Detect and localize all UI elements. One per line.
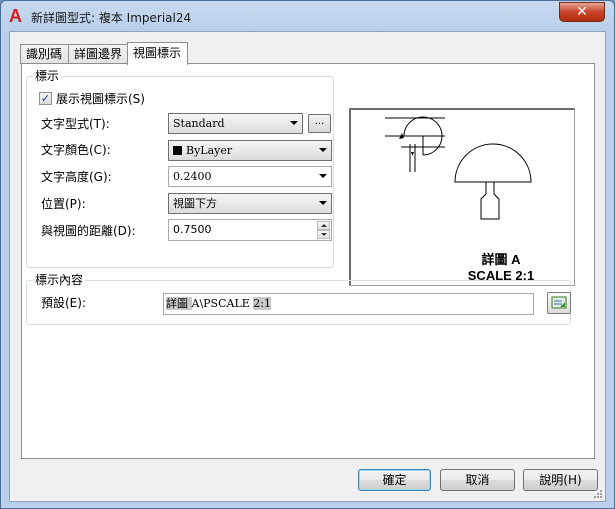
text-color-dropdown[interactable]: ByLayer — [168, 140, 332, 161]
distance-label: 與視圖的距離(D): — [41, 224, 136, 238]
arrow-up-icon — [321, 224, 327, 227]
dialog-client-area: 識別碼 詳圖邊界 視圖標示 標示 ✓ 展示視圖標示(S) 文字型式(T): St… — [9, 31, 606, 502]
title-bar[interactable]: A 新詳圖型式: 複本 Imperial24 ✕ — [1, 1, 614, 31]
autocad-app-icon: A — [9, 6, 22, 26]
label-contents-group: 標示內容 預設(E): 詳圖 A\PSCALE 2:1 — [26, 273, 571, 325]
text-height-value: 0.2400 — [173, 170, 212, 183]
cancel-button[interactable]: 取消 — [440, 469, 515, 491]
chevron-down-icon — [319, 201, 327, 205]
position-dropdown[interactable]: 視圖下方 — [168, 193, 332, 214]
text-style-value: Standard — [173, 117, 225, 130]
default-label: 預設(E): — [41, 296, 86, 310]
text-color-value: ByLayer — [186, 144, 233, 157]
ok-button[interactable]: 確定 — [358, 469, 431, 491]
spin-down-button[interactable] — [317, 230, 330, 239]
dialog-window: A 新詳圖型式: 複本 Imperial24 ✕ 識別碼 詳圖邊界 視圖標示 標… — [0, 0, 615, 509]
field-text-segment: 2:1 — [253, 297, 271, 310]
show-label-checkbox-label[interactable]: 展示視圖標示(S) — [56, 91, 145, 107]
distance-spinner — [317, 221, 330, 239]
text-style-label: 文字型式(T): — [41, 117, 110, 131]
arrow-down-icon — [321, 233, 327, 236]
close-button[interactable]: ✕ — [559, 2, 605, 22]
default-contents-input[interactable]: 詳圖 A\PSCALE 2:1 — [163, 293, 534, 315]
tab-identifier[interactable]: 識別碼 — [20, 44, 69, 64]
help-button[interactable]: 說明(H) — [523, 469, 598, 491]
color-swatch-icon — [173, 146, 182, 155]
preview-pane: 詳圖 A SCALE 2:1 — [349, 108, 575, 286]
resize-grip-icon[interactable] — [593, 489, 603, 499]
insert-field-button[interactable] — [547, 292, 571, 314]
chevron-down-icon — [319, 174, 327, 178]
label-contents-legend: 標示內容 — [33, 273, 86, 287]
chevron-down-icon — [319, 148, 327, 152]
text-color-label: 文字顏色(C): — [41, 143, 111, 157]
tab-boundary[interactable]: 詳圖邊界 — [68, 44, 128, 64]
label-group: 標示 ✓ 展示視圖標示(S) 文字型式(T): Standard ... 文字顏… — [26, 69, 334, 268]
insert-field-icon — [551, 296, 567, 309]
text-height-label: 文字高度(G): — [41, 170, 112, 184]
label-group-legend: 標示 — [33, 69, 62, 83]
show-label-checkbox[interactable]: ✓ — [39, 92, 52, 105]
field-text-segment: \PSCALE — [199, 297, 254, 310]
detail-preview-drawing — [385, 116, 532, 220]
chevron-down-icon — [290, 121, 298, 125]
text-style-browse-button[interactable]: ... — [308, 114, 331, 133]
preview-caption-title: 詳圖 A — [481, 252, 521, 267]
tab-view-label[interactable]: 視圖標示 — [127, 42, 188, 65]
position-label: 位置(P): — [41, 197, 86, 211]
distance-input[interactable]: 0.7500 — [168, 219, 332, 241]
position-value: 視圖下方 — [173, 197, 217, 210]
window-title: 新詳圖型式: 複本 Imperial24 — [31, 11, 192, 25]
text-style-dropdown[interactable]: Standard — [168, 113, 303, 134]
text-height-combo[interactable]: 0.2400 — [168, 166, 332, 187]
spin-up-button[interactable] — [317, 221, 330, 230]
field-text-segment: 詳圖 — [166, 297, 192, 310]
tab-panel-view-label: 標示 ✓ 展示視圖標示(S) 文字型式(T): Standard ... 文字顏… — [21, 63, 595, 459]
distance-value: 0.7500 — [173, 223, 212, 236]
